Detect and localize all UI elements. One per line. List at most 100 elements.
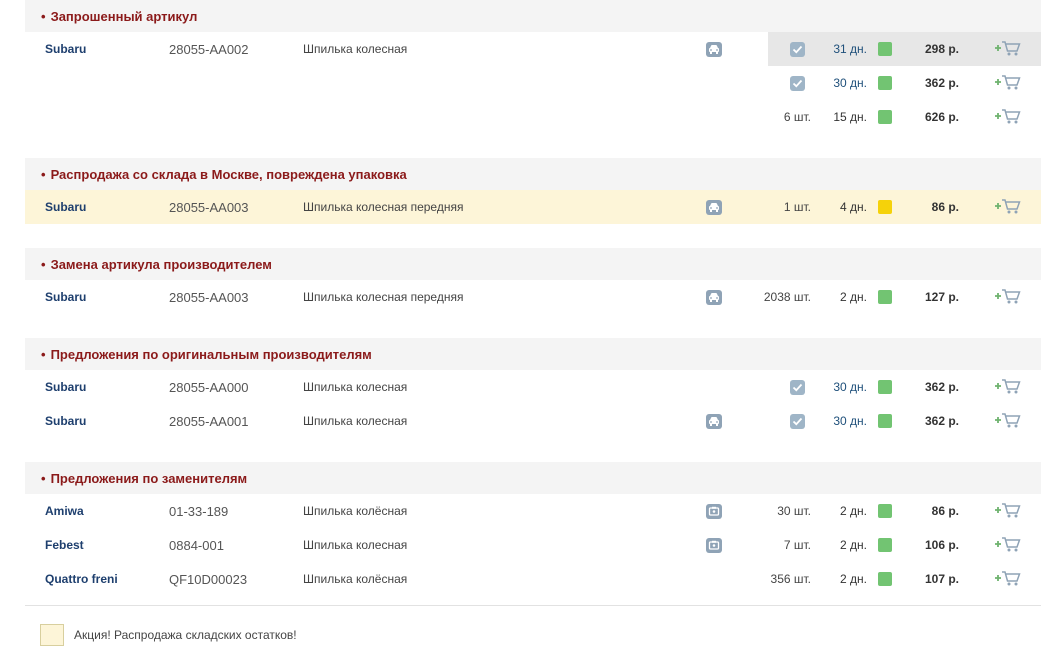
delivery-days: 2 дн.: [840, 538, 867, 552]
part-description: Шпилька колёсная: [303, 572, 408, 586]
delivery-days: 2 дн.: [840, 572, 867, 586]
status-cell: [878, 100, 892, 134]
delivery-days: 30 дн.: [833, 414, 867, 428]
section-title: Запрошенный артикул: [50, 8, 198, 24]
result-section: • Предложения по заменителям Amiwa 01-33-18…: [25, 462, 1041, 596]
car-icon[interactable]: [705, 199, 722, 215]
brand-link[interactable]: Amiwa: [45, 494, 84, 528]
legend-text: Акция! Распродажа складских остатков!: [74, 628, 297, 642]
box-icon[interactable]: [705, 537, 722, 553]
brand-link[interactable]: Subaru: [45, 370, 86, 404]
add-to-cart-button[interactable]: [993, 190, 1023, 224]
quantity: 6 шт.: [783, 110, 811, 124]
table-row[interactable]: Subaru 28055-AA002 Шпилька колесная 31 дн. 2…: [25, 32, 1041, 66]
car-icon[interactable]: [705, 41, 722, 57]
price: 362 р.: [924, 76, 959, 90]
price: 362 р.: [924, 414, 959, 428]
quantity: 7 шт.: [783, 538, 811, 552]
table-row[interactable]: Subaru 28055-AA000 Шпилька колесная 30 дн. 3…: [25, 370, 1041, 404]
status-cell: [878, 494, 892, 528]
price: 626 р.: [924, 110, 959, 124]
article-number: 28055-AA003: [169, 289, 249, 305]
table-row[interactable]: Quattro freni QF10D00023 Шпилька колёсная 3…: [25, 562, 1041, 596]
section-title: Предложения по заменителям: [50, 470, 248, 486]
status-cell: [878, 280, 892, 314]
brand-link[interactable]: Febest: [45, 528, 84, 562]
status-cell: [878, 32, 892, 66]
results-table: • Запрошенный артикул Subaru 28055-AA002 Шпи…: [25, 0, 1041, 596]
status-cell: [878, 528, 892, 562]
price: 298 р.: [924, 42, 959, 56]
add-to-cart-icon[interactable]: [994, 107, 1022, 128]
add-to-cart-button[interactable]: [993, 100, 1023, 134]
add-to-cart-icon[interactable]: [994, 501, 1022, 522]
add-to-cart-icon[interactable]: [994, 287, 1022, 308]
table-row[interactable]: 6 шт. 15 дн. 626 р.: [25, 100, 1041, 134]
quantity: 1 шт.: [783, 200, 811, 214]
bullet: •: [41, 470, 46, 486]
brand-link[interactable]: Quattro freni: [45, 562, 118, 596]
check-icon: [789, 413, 805, 429]
section-header: • Замена артикула производителем: [25, 248, 1041, 280]
table-row[interactable]: Febest 0884-001 Шпилька колесная 7 шт. 2 дн.…: [25, 528, 1041, 562]
add-to-cart-button[interactable]: [993, 66, 1023, 100]
result-section: • Распродажа со склада в Москве, поврежде…: [25, 158, 1041, 248]
add-to-cart-button[interactable]: [993, 370, 1023, 404]
section-title: Замена артикула производителем: [50, 256, 272, 272]
add-to-cart-icon[interactable]: [994, 377, 1022, 398]
check-cell: [789, 66, 805, 100]
status-indicator: [878, 290, 892, 304]
add-to-cart-icon[interactable]: [994, 73, 1022, 94]
table-row[interactable]: Amiwa 01-33-189 Шпилька колёсная 30 шт. 2 дн…: [25, 494, 1041, 528]
article-number: 28055-AA001: [169, 413, 249, 429]
bullet: •: [41, 166, 46, 182]
car-icon[interactable]: [705, 289, 722, 305]
table-row[interactable]: 30 дн. 362 р.: [25, 66, 1041, 100]
status-indicator: [878, 76, 892, 90]
add-to-cart-button[interactable]: [993, 280, 1023, 314]
add-to-cart-icon[interactable]: [994, 197, 1022, 218]
add-to-cart-icon[interactable]: [994, 39, 1022, 60]
add-to-cart-button[interactable]: [993, 528, 1023, 562]
box-icon[interactable]: [705, 503, 722, 519]
add-to-cart-button[interactable]: [993, 494, 1023, 528]
add-to-cart-icon[interactable]: [994, 411, 1022, 432]
section-header: • Запрошенный артикул: [25, 0, 1041, 32]
part-description: Шпилька колесная: [303, 538, 408, 552]
delivery-days: 30 дн.: [833, 380, 867, 394]
divider: [25, 605, 1041, 606]
add-to-cart-button[interactable]: [993, 32, 1023, 66]
table-row[interactable]: Subaru 28055-AA003 Шпилька колесная передн…: [25, 190, 1041, 224]
brand-link[interactable]: Subaru: [45, 190, 86, 224]
result-section: • Предложения по оригинальным производите…: [25, 338, 1041, 462]
brand-link[interactable]: Subaru: [45, 280, 86, 314]
table-row[interactable]: Subaru 28055-AA001 Шпилька колесная 30 дн. 3…: [25, 404, 1041, 438]
status-cell: [878, 404, 892, 438]
part-description: Шпилька колесная: [303, 414, 408, 428]
article-number: 28055-AA003: [169, 199, 249, 215]
add-to-cart-button[interactable]: [993, 404, 1023, 438]
section-header: • Предложения по заменителям: [25, 462, 1041, 494]
status-cell: [878, 66, 892, 100]
table-row[interactable]: Subaru 28055-AA003 Шпилька колесная передн…: [25, 280, 1041, 314]
add-to-cart-icon[interactable]: [994, 569, 1022, 590]
brand-link[interactable]: Subaru: [45, 404, 86, 438]
check-cell: [789, 370, 805, 404]
price: 127 р.: [924, 290, 959, 304]
car-cell: [705, 404, 722, 438]
car-icon[interactable]: [705, 413, 722, 429]
status-indicator: [878, 380, 892, 394]
article-number: 0884-001: [169, 537, 224, 553]
status-cell: [878, 562, 892, 596]
add-to-cart-button[interactable]: [993, 562, 1023, 596]
result-section: • Запрошенный артикул Subaru 28055-AA002 Шпи…: [25, 0, 1041, 158]
bullet: •: [41, 256, 46, 272]
status-indicator: [878, 504, 892, 518]
quantity: 30 шт.: [777, 504, 811, 518]
car-cell: [705, 280, 722, 314]
brand-link[interactable]: Subaru: [45, 32, 86, 66]
status-indicator: [878, 42, 892, 56]
delivery-days: 31 дн.: [833, 42, 867, 56]
add-to-cart-icon[interactable]: [994, 535, 1022, 556]
